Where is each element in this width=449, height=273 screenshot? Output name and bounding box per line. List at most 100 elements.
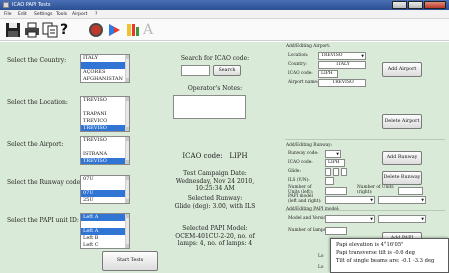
list-item[interactable]: AFGHANISTAN (81, 76, 129, 82)
list-item[interactable]: ISTRANA (81, 151, 129, 158)
papi-lamps-field[interactable] (325, 227, 347, 235)
scrollbar[interactable] (125, 176, 129, 203)
help-question-icon[interactable]: ? (60, 22, 76, 38)
record-icon[interactable] (88, 22, 104, 38)
papi-cut-label: Lo (318, 254, 324, 259)
menu-settings[interactable]: Settings (34, 12, 52, 17)
location-current[interactable]: TREVISO (81, 97, 129, 104)
chevron-down-icon: ▼ (370, 217, 373, 221)
papi-unit-listbox[interactable]: Left A Left A Left B Left C (80, 213, 130, 249)
chevron-down-icon: ▼ (421, 198, 424, 202)
runway-current[interactable]: 07U (81, 176, 129, 183)
list-item[interactable]: AÇORES (81, 69, 129, 76)
operator-notes-textarea[interactable] (173, 95, 246, 119)
menu-file[interactable]: File (4, 12, 12, 17)
search-icao-input[interactable] (181, 65, 210, 76)
papi-unit-current[interactable]: Left A (81, 214, 129, 221)
scrollbar[interactable] (125, 97, 129, 131)
menu-help[interactable]: ? (95, 12, 97, 17)
airport-icao-field[interactable]: LIPH (318, 70, 338, 78)
airport-listbox[interactable]: TREVISO ISTRANA TREVISO (80, 136, 130, 165)
glide-degrees-field[interactable] (325, 168, 331, 176)
papi-transverse-tilt-text: Papi transverse tilt is -0.6 deg (336, 250, 415, 256)
airport-country-label: Country: (288, 62, 308, 67)
list-item[interactable]: Left A (81, 228, 129, 235)
beam-tilt-text: Tilt of single beams are: -0.1 -3.3 deg (336, 258, 435, 264)
glide-seconds-field[interactable] (341, 168, 347, 176)
list-item[interactable] (81, 221, 129, 228)
list-item[interactable]: 25U (81, 197, 129, 203)
airport-current[interactable]: TREVISO (81, 137, 129, 144)
play-icon[interactable] (106, 22, 122, 38)
runway-icao-label: ICAO code: (288, 160, 313, 165)
title-bar: ICAO PAPI Tests (0, 0, 449, 10)
list-item[interactable]: TREVICO (81, 118, 129, 125)
list-item[interactable] (81, 183, 129, 190)
add-airport-button[interactable]: Add Airport (382, 62, 422, 77)
delete-airport-button[interactable]: Delete Airport (382, 114, 422, 129)
glide-label: Glide: (288, 169, 301, 174)
text-icon[interactable]: A (143, 22, 159, 38)
selected-runway-value: Glide (deg): 3.00, with ILS (174, 202, 256, 210)
airport-location-label: Location: (288, 53, 309, 58)
papi-lamps-label: Number of lamps: (288, 228, 328, 233)
list-item[interactable] (81, 144, 129, 151)
list-item[interactable]: TREVISO (81, 158, 129, 164)
papi-version-dropdown[interactable]: ▼ (378, 215, 426, 223)
country-label: Select the Country: (7, 57, 67, 64)
papi-model-left-dropdown[interactable]: ▼ (325, 196, 375, 204)
chevron-down-icon: ▼ (361, 54, 364, 58)
menu-edit[interactable]: Edit (18, 12, 27, 17)
icao-code-label: ICAO code: (182, 152, 223, 160)
menu-tools[interactable]: Tools (56, 12, 67, 17)
airport-name-label: Airport name: (288, 80, 319, 85)
runway-code-dropdown[interactable]: ▼ (325, 150, 341, 158)
units-right-label: Number of Units (right): (357, 185, 394, 195)
runway-label: Select the Runway code: (7, 179, 83, 186)
units-right-field[interactable] (398, 187, 423, 195)
units-left-field[interactable] (325, 187, 347, 195)
chevron-down-icon: ▼ (370, 198, 373, 202)
scrollbar[interactable] (125, 137, 129, 164)
scrollbar[interactable] (125, 55, 129, 82)
runway-code-label: Runway code: (288, 151, 319, 156)
start-tests-button[interactable]: Start Tests (102, 251, 158, 271)
search-button[interactable]: Search (213, 65, 241, 76)
location-label: Select the Location: (7, 99, 68, 106)
papi-elevation-text: Papi elevation is 4°16'05" (336, 242, 404, 248)
glide-minutes-field[interactable] (333, 168, 339, 176)
add-runway-button[interactable]: Add Runway (382, 151, 422, 165)
ils-field[interactable] (325, 177, 334, 185)
airport-name-field[interactable]: TREVISO (318, 79, 366, 87)
list-item[interactable]: TRAPANI (81, 111, 129, 118)
maximize-button[interactable] (408, 1, 423, 9)
scrollbar[interactable] (125, 214, 129, 248)
delete-runway-button[interactable]: Delete Runway (382, 171, 422, 185)
papi-model-version-dropdown[interactable]: ▼ (325, 215, 375, 223)
list-item[interactable] (81, 62, 129, 69)
airport-country-field[interactable]: ITALY (318, 61, 366, 69)
papi-model-right-dropdown[interactable]: ▼ (378, 196, 426, 204)
close-button[interactable] (424, 1, 446, 9)
icao-code-display: ICAO code: LIPH (160, 152, 270, 161)
runway-listbox[interactable]: 07U 07U 25U (80, 175, 130, 204)
tools-icon[interactable] (125, 22, 141, 38)
airport-location-dropdown[interactable]: TREVISO ▼ (318, 52, 366, 60)
list-item[interactable]: Left B (81, 235, 129, 242)
save-icon[interactable] (5, 22, 21, 38)
list-item[interactable]: TREVISO (81, 125, 129, 131)
menu-airport[interactable]: Airport (72, 12, 87, 17)
print-icon[interactable] (24, 22, 40, 38)
list-item[interactable]: 07U (81, 190, 129, 197)
list-item[interactable]: Left C (81, 242, 129, 248)
minimize-button[interactable] (392, 1, 407, 9)
country-current[interactable]: ITALY (81, 55, 129, 62)
location-listbox[interactable]: TREVISO TRAPANI TREVICO TREVISO (80, 96, 130, 132)
campaign-date-value: Wednesday, Nov 24 2010, (175, 177, 255, 185)
list-item[interactable] (81, 104, 129, 111)
papi-unit-label: Select the PAPI unit ID: (7, 217, 79, 224)
country-listbox[interactable]: ITALY AÇORES AFGHANISTAN (80, 54, 130, 83)
runway-icao-field[interactable]: LIPH (325, 159, 345, 167)
copy-icon[interactable] (42, 22, 58, 38)
papi-model-label: PAPI model (left and right): (288, 194, 322, 204)
